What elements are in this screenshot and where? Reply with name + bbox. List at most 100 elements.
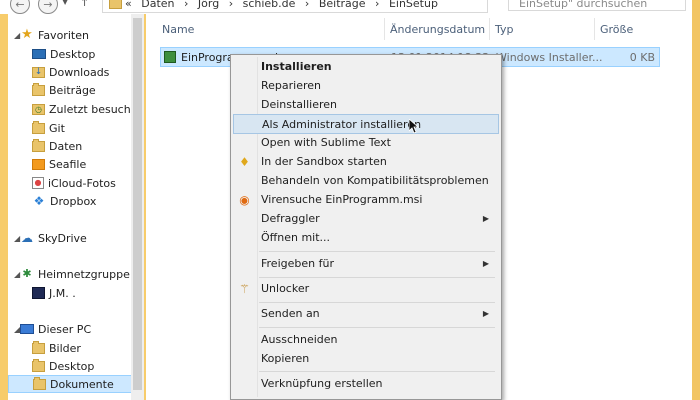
column-header-date[interactable]: Änderungsdatum	[390, 23, 485, 36]
menu-item-label: Open with Sublime Text	[261, 136, 391, 149]
folder-icon	[32, 120, 45, 134]
search-input[interactable]: EinSetup" durchsuchen	[508, 0, 686, 11]
column-divider[interactable]	[489, 18, 490, 40]
menu-item-oeffnen-mit[interactable]: Öffnen mit...	[233, 228, 499, 248]
seafile-icon	[32, 158, 45, 170]
address-toolbar: ← → ▼ ↑ « Daten › Jörg › schieb.de › Bei…	[0, 0, 692, 14]
nav-item-label: Dokumente	[50, 377, 114, 391]
menu-separator	[259, 302, 495, 303]
menu-item-label: Öffnen mit...	[261, 231, 331, 244]
menu-item-label: Unlocker	[261, 282, 310, 295]
nav-item-label: Git	[49, 121, 65, 135]
menu-item-als-administrator-installieren[interactable]: Als Administrator installieren	[233, 114, 499, 134]
breadcrumb-einsetup[interactable]: EinSetup	[389, 0, 438, 10]
nav-item-label: iCloud-Fotos	[48, 176, 116, 190]
column-divider[interactable]	[384, 18, 385, 40]
column-header-size[interactable]: Größe	[600, 23, 633, 36]
breadcrumb-separator[interactable]: ›	[184, 0, 188, 10]
menu-item-open-with-sublime-text[interactable]: Open with Sublime Text	[233, 133, 499, 153]
breadcrumb-separator[interactable]: ›	[229, 0, 233, 10]
nav-item-skydrive[interactable]: ◢ ☁ SkyDrive	[14, 229, 148, 247]
folder-icon	[33, 376, 46, 390]
menu-item-senden-an[interactable]: Senden an ▶	[233, 304, 499, 324]
msi-installer-icon	[164, 51, 176, 63]
breadcrumb-joerg[interactable]: Jörg	[198, 0, 219, 10]
recent-locations-chevron-icon[interactable]: ▼	[62, 0, 68, 6]
menu-item-label: Virensuche EinProgramm.msi	[261, 193, 423, 206]
star-icon: ★	[21, 27, 33, 42]
scrollbar-thumb[interactable]	[133, 18, 142, 390]
nav-item-label: SkyDrive	[38, 231, 87, 245]
nav-item-label: Favoriten	[38, 28, 89, 42]
submenu-arrow-icon: ▶	[482, 214, 489, 223]
nav-item-dieser-pc[interactable]: ◢ Dieser PC	[14, 320, 148, 338]
menu-item-virensuche[interactable]: ◉ Virensuche EinProgramm.msi	[233, 190, 499, 210]
breadcrumb-daten[interactable]: Daten	[141, 0, 174, 10]
column-header-type[interactable]: Typ	[495, 23, 514, 36]
nav-item-favoriten[interactable]: ◢ ★ Favoriten	[14, 26, 148, 44]
breadcrumb-overflow[interactable]: «	[125, 0, 132, 10]
menu-item-label: Ausschneiden	[261, 333, 338, 346]
recent-places-icon: ◷	[32, 103, 45, 115]
column-divider[interactable]	[594, 18, 595, 40]
nav-item-label: Dieser PC	[38, 322, 92, 336]
menu-separator	[259, 371, 495, 372]
menu-item-verknuepfung-erstellen[interactable]: Verknüpfung erstellen	[233, 374, 499, 394]
menu-item-installieren[interactable]: Installieren	[233, 57, 499, 77]
breadcrumb-beitraege[interactable]: Beiträge	[319, 0, 366, 10]
menu-item-label: Kopieren	[261, 352, 310, 365]
file-type: Windows Installer...	[496, 51, 603, 64]
menu-separator	[259, 327, 495, 328]
navigation-pane-scrollbar[interactable]	[131, 14, 144, 400]
folder-icon	[32, 138, 45, 152]
menu-item-freigeben-fuer[interactable]: Freigeben für ▶	[233, 254, 499, 274]
up-arrow-icon[interactable]: ↑	[80, 0, 89, 9]
homegroup-icon: ✱	[22, 267, 32, 280]
nav-item-label: Desktop	[49, 359, 95, 373]
breadcrumb: « Daten › Jörg › schieb.de › Beiträge › …	[125, 0, 444, 10]
nav-item-dokumente[interactable]: Dokumente	[8, 375, 132, 393]
nav-item-label: Dropbox	[50, 194, 97, 208]
forward-button[interactable]: →	[38, 0, 58, 14]
menu-item-defraggler[interactable]: Defraggler ▶	[233, 209, 499, 229]
menu-item-label: In der Sandbox starten	[261, 155, 387, 168]
menu-item-reparieren[interactable]: Reparieren	[233, 76, 499, 96]
nav-item-label: Beiträge	[49, 83, 96, 97]
antivirus-icon: ◉	[239, 193, 250, 207]
nav-item-label: Zuletzt besucht	[49, 102, 136, 116]
menu-item-unlocker[interactable]: ⚚ Unlocker	[233, 279, 499, 299]
desktop-icon	[32, 49, 46, 59]
arrow-right-icon: →	[43, 0, 53, 11]
folder-icon	[32, 340, 45, 354]
menu-item-kopieren[interactable]: Kopieren	[233, 349, 499, 369]
menu-item-label: Installieren	[261, 60, 332, 73]
skydrive-cloud-icon: ☁	[21, 231, 33, 245]
arrow-left-icon: ←	[15, 0, 25, 11]
breadcrumb-separator[interactable]: ›	[375, 0, 379, 10]
back-button[interactable]: ←	[10, 0, 30, 14]
column-header-name[interactable]: Name	[162, 23, 194, 36]
menu-item-label: Als Administrator installieren	[262, 118, 422, 131]
navigation-pane: ◢ ★ Favoriten Desktop ↓ Downloads Beiträge…	[8, 14, 138, 400]
menu-item-label: Reparieren	[261, 79, 322, 92]
dropbox-icon: ❖	[33, 194, 45, 208]
mouse-cursor-icon	[408, 118, 420, 137]
nav-item-heimnetzgruppe[interactable]: ◢ ✱ Heimnetzgruppe	[14, 265, 148, 283]
menu-item-kompatibilitaet[interactable]: Behandeln von Kompatibilitätsproblemen	[233, 171, 499, 191]
menu-item-deinstallieren[interactable]: Deinstallieren	[233, 95, 499, 115]
breadcrumb-separator[interactable]: ›	[305, 0, 309, 10]
address-bar[interactable]: « Daten › Jörg › schieb.de › Beiträge › …	[102, 0, 488, 13]
breadcrumb-schieb-de[interactable]: schieb.de	[243, 0, 296, 10]
submenu-arrow-icon: ▶	[482, 309, 489, 318]
menu-item-label: Deinstallieren	[261, 98, 338, 111]
icloud-icon: ●	[32, 177, 44, 189]
nav-item-label: Seafile	[49, 157, 87, 171]
file-size: 0 KB	[629, 51, 655, 64]
menu-item-label: Senden an	[261, 307, 320, 320]
menu-item-ausschneiden[interactable]: Ausschneiden	[233, 330, 499, 350]
menu-item-label: Freigeben für	[261, 257, 334, 270]
nav-item-label: Heimnetzgruppe	[38, 267, 130, 281]
menu-separator	[259, 277, 495, 278]
menu-item-sandbox[interactable]: ♦ In der Sandbox starten	[233, 152, 499, 172]
submenu-arrow-icon: ▶	[482, 259, 489, 268]
